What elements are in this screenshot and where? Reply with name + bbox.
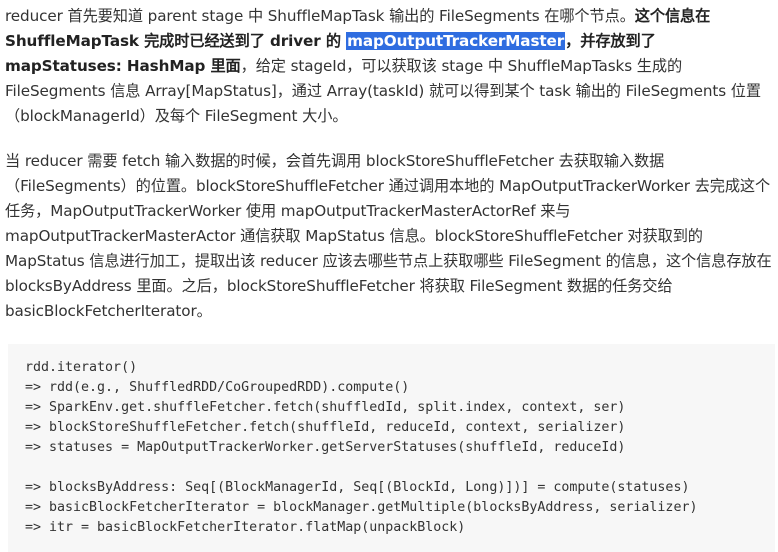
paragraph-1: reducer 首先要知道 parent stage 中 ShuffleMapT… — [5, 4, 775, 129]
code-line: => blocksByAddress: Seq[(BlockManagerId,… — [25, 480, 690, 495]
code-line: => SparkEnv.get.shuffleFetcher.fetch(shu… — [25, 400, 626, 415]
paragraph-2: 当 reducer 需要 fetch 输入数据的时候，会首先调用 blockSt… — [5, 152, 772, 320]
code-line: rdd.iterator() — [25, 360, 138, 375]
code-line: => itr = basicBlockFetcherIterator.flatM… — [25, 520, 466, 535]
document-page: reducer 首先要知道 parent stage 中 ShuffleMapT… — [0, 0, 778, 552]
code-block: rdd.iterator() => rdd(e.g., ShuffledRDD/… — [8, 344, 775, 552]
selected-text-highlight[interactable]: mapOutputTrackerMaster — [346, 32, 566, 50]
code-line: => blockStoreShuffleFetcher.fetch(shuffl… — [25, 420, 626, 435]
code-line: => basicBlockFetcherIterator = blockMana… — [25, 500, 698, 515]
code-line: => statuses = MapOutputTrackerWorker.get… — [25, 440, 626, 455]
paragraph-1-intro: reducer 首先要知道 parent stage 中 ShuffleMapT… — [5, 7, 635, 25]
code-line: => rdd(e.g., ShuffledRDD/CoGroupedRDD).c… — [25, 380, 410, 395]
